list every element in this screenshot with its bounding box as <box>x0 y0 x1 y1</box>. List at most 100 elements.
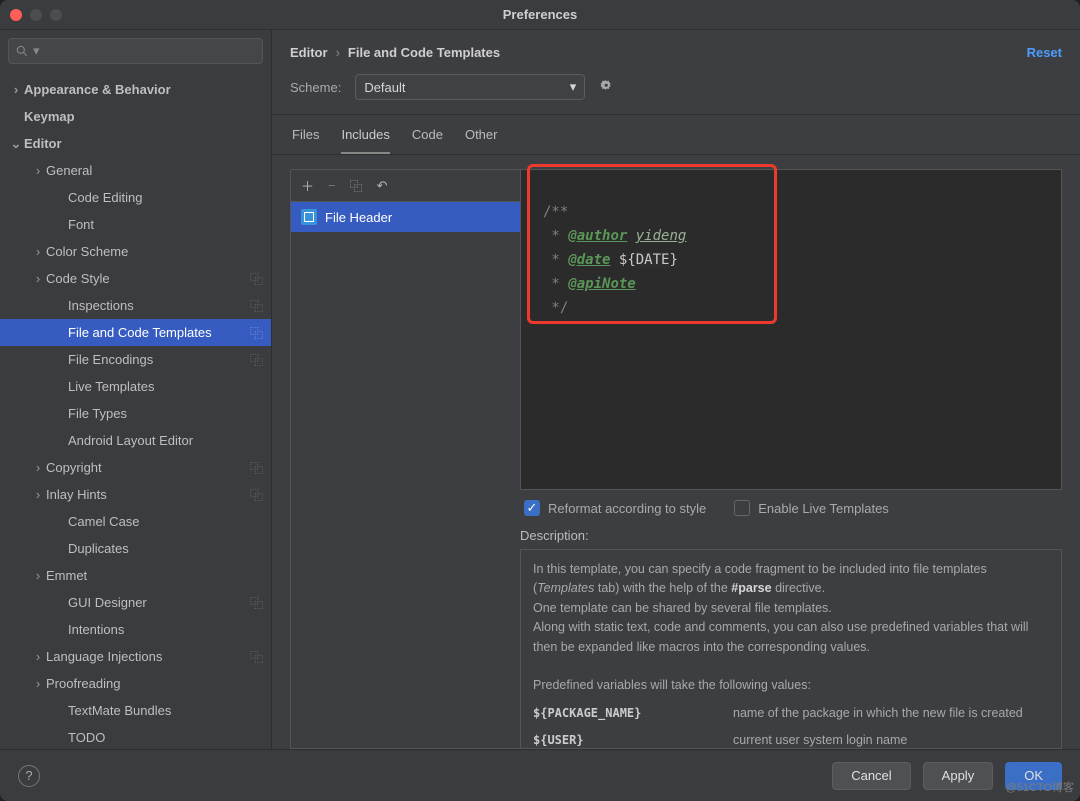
sidebar-item-label: File and Code Templates <box>68 325 244 340</box>
tab-other[interactable]: Other <box>465 127 498 154</box>
sidebar-item-label: Emmet <box>46 568 263 583</box>
sidebar-item-label: Proofreading <box>46 676 263 691</box>
settings-tree[interactable]: ›Appearance & BehaviorKeymap⌄Editor›Gene… <box>0 72 271 749</box>
sidebar-item-label: Duplicates <box>68 541 263 556</box>
sidebar-item-appearance-behavior[interactable]: ›Appearance & Behavior <box>0 76 271 103</box>
sidebar-item-file-encodings[interactable]: File Encodings⿻ <box>0 346 271 373</box>
sidebar-item-general[interactable]: ›General <box>0 157 271 184</box>
sidebar-item-android-layout-editor[interactable]: Android Layout Editor <box>0 427 271 454</box>
sidebar-item-textmate-bundles[interactable]: TextMate Bundles <box>0 697 271 724</box>
checkbox-unchecked-icon <box>734 500 750 516</box>
scheme-value: Default <box>364 80 405 95</box>
template-item-file-header[interactable]: File Header <box>291 202 520 232</box>
search-caret: ▾ <box>33 43 40 59</box>
sidebar-item-todo[interactable]: TODO <box>0 724 271 749</box>
search-input[interactable]: ▾ <box>8 38 263 64</box>
description-panel: In this template, you can specify a code… <box>520 549 1062 749</box>
scheme-label: Scheme: <box>290 80 341 95</box>
checkbox-checked-icon: ✓ <box>524 500 540 516</box>
tab-code[interactable]: Code <box>412 127 443 154</box>
content-area: ＋ − ⿻ ↶ File Header <box>272 155 1080 749</box>
breadcrumb-root[interactable]: Editor <box>290 45 328 60</box>
sidebar-item-keymap[interactable]: Keymap <box>0 103 271 130</box>
sidebar-item-label: General <box>46 163 263 178</box>
apply-button[interactable]: Apply <box>923 762 994 790</box>
sidebar-item-file-types[interactable]: File Types <box>0 400 271 427</box>
sidebar-item-inspections[interactable]: Inspections⿻ <box>0 292 271 319</box>
scope-icon: ⿻ <box>250 458 263 477</box>
watermark: @51CTO博客 <box>1006 779 1074 795</box>
breadcrumb: Editor › File and Code Templates Reset <box>272 30 1080 74</box>
code-content[interactable]: /** * @author yideng * @date ${DATE} * @… <box>533 170 696 489</box>
sidebar-item-font[interactable]: Font <box>0 211 271 238</box>
gear-icon[interactable] <box>599 78 615 97</box>
variable-name: ${PACKAGE_NAME} <box>533 704 733 723</box>
sidebar-item-live-templates[interactable]: Live Templates <box>0 373 271 400</box>
sidebar-item-camel-case[interactable]: Camel Case <box>0 508 271 535</box>
variable-desc: name of the package in which the new fil… <box>733 704 1023 723</box>
sidebar-item-label: GUI Designer <box>68 595 244 610</box>
sidebar-item-file-and-code-templates[interactable]: File and Code Templates ⿻ <box>0 319 271 346</box>
breadcrumb-leaf: File and Code Templates <box>348 45 500 60</box>
sidebar-item-emmet[interactable]: ›Emmet <box>0 562 271 589</box>
chevron-right-icon: › <box>30 676 46 691</box>
options-row: ✓ Reformat according to style Enable Liv… <box>520 490 1062 526</box>
sidebar-item-label: Inspections <box>68 298 244 313</box>
sidebar-item-label: Code Editing <box>68 190 263 205</box>
help-icon[interactable]: ? <box>18 765 40 787</box>
titlebar: Preferences <box>0 0 1080 30</box>
copy-icon[interactable]: ⿻ <box>350 176 363 195</box>
tab-files[interactable]: Files <box>292 127 319 154</box>
cancel-button[interactable]: Cancel <box>832 762 910 790</box>
sidebar-item-code-editing[interactable]: Code Editing <box>0 184 271 211</box>
sidebar-item-color-scheme[interactable]: ›Color Scheme <box>0 238 271 265</box>
sidebar-item-inlay-hints[interactable]: ›Inlay Hints⿻ <box>0 481 271 508</box>
description-label: Description: <box>520 528 1062 543</box>
add-icon[interactable]: ＋ <box>301 176 314 195</box>
scope-icon: ⿻ <box>250 593 263 612</box>
file-icon <box>301 209 317 225</box>
sidebar-item-intentions[interactable]: Intentions <box>0 616 271 643</box>
scope-icon: ⿻ <box>250 269 263 288</box>
chevron-right-icon: › <box>30 163 46 178</box>
variable-row: ${USER}current user system login name <box>533 731 1049 749</box>
sidebar-item-label: Keymap <box>24 109 263 124</box>
tab-includes[interactable]: Includes <box>341 127 389 154</box>
template-tabs: Files Includes Code Other <box>272 115 1080 155</box>
reformat-checkbox[interactable]: ✓ Reformat according to style <box>524 500 706 516</box>
editor-column: /** * @author yideng * @date ${DATE} * @… <box>520 169 1062 749</box>
sidebar-item-code-style[interactable]: ›Code Style⿻ <box>0 265 271 292</box>
scope-icon: ⿻ <box>250 647 263 666</box>
scope-icon: ⿻ <box>250 485 263 504</box>
scope-icon: ⿻ <box>250 323 263 342</box>
code-editor[interactable]: /** * @author yideng * @date ${DATE} * @… <box>520 169 1062 490</box>
enable-live-templates-checkbox[interactable]: Enable Live Templates <box>734 500 889 516</box>
window-title: Preferences <box>0 7 1080 22</box>
template-list[interactable]: File Header <box>290 201 520 749</box>
sidebar-item-label: File Types <box>68 406 263 421</box>
chevron-right-icon: › <box>30 649 46 664</box>
editor-gutter <box>521 170 533 489</box>
scheme-combo[interactable]: Default ▾ <box>355 74 585 100</box>
sidebar-item-editor[interactable]: ⌄Editor <box>0 130 271 157</box>
reset-link[interactable]: Reset <box>1027 45 1062 60</box>
chevron-right-icon: › <box>336 45 340 60</box>
sidebar-item-label: TextMate Bundles <box>68 703 263 718</box>
preferences-window: Preferences ▾ ›Appearance & Behavior Keym… <box>0 0 1080 801</box>
sidebar: ▾ ›Appearance & BehaviorKeymap⌄Editor›Ge… <box>0 30 272 749</box>
sidebar-item-copyright[interactable]: ›Copyright⿻ <box>0 454 271 481</box>
body: ▾ ›Appearance & BehaviorKeymap⌄Editor›Ge… <box>0 30 1080 749</box>
dialog-footer: ? Cancel Apply OK <box>0 749 1080 801</box>
undo-icon[interactable]: ↶ <box>377 178 388 194</box>
sidebar-item-language-injections[interactable]: ›Language Injections⿻ <box>0 643 271 670</box>
sidebar-item-gui-designer[interactable]: GUI Designer ⿻ <box>0 589 271 616</box>
remove-icon[interactable]: − <box>328 178 336 193</box>
sidebar-item-label: Code Style <box>46 271 244 286</box>
chevron-down-icon: ▾ <box>570 79 577 95</box>
variable-name: ${USER} <box>533 731 733 749</box>
sidebar-item-duplicates[interactable]: Duplicates <box>0 535 271 562</box>
sidebar-item-label: Color Scheme <box>46 244 263 259</box>
scope-icon: ⿻ <box>250 350 263 369</box>
sidebar-item-proofreading[interactable]: ›Proofreading <box>0 670 271 697</box>
template-column: ＋ − ⿻ ↶ File Header <box>290 169 520 749</box>
